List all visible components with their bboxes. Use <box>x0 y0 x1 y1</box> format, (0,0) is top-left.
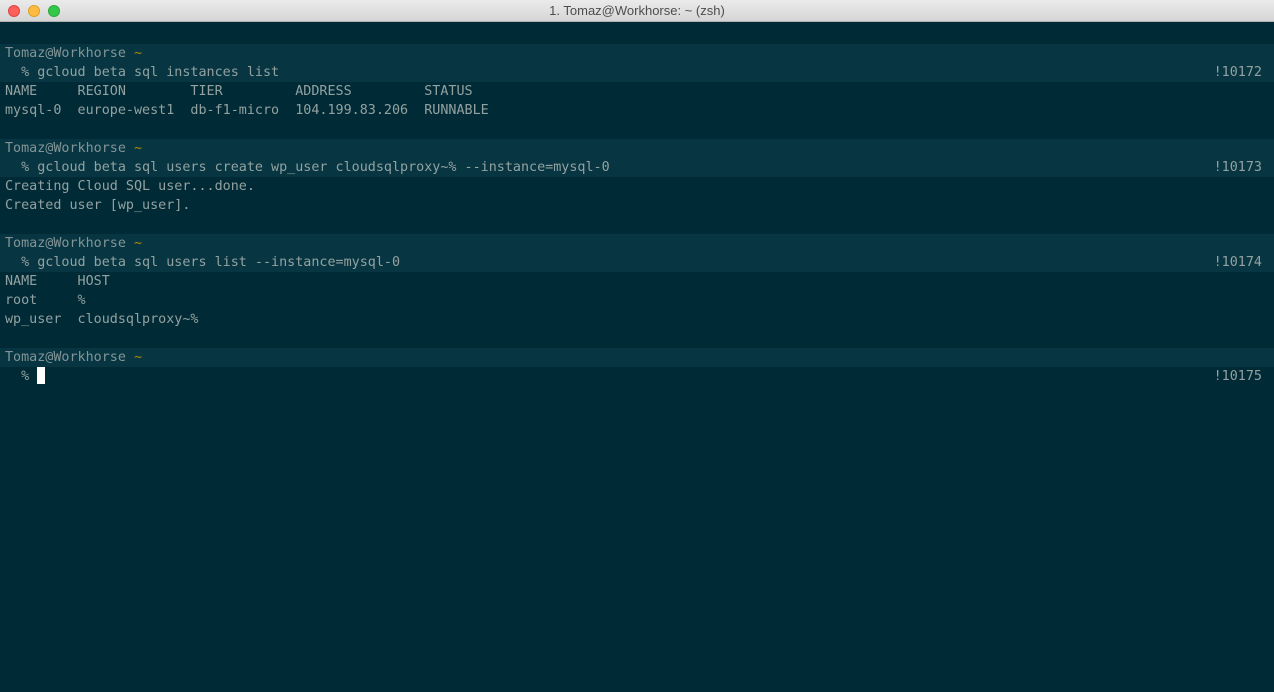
prompt-directory: ~ <box>134 46 143 61</box>
output-line: Created user [wp_user]. <box>5 198 191 213</box>
output-line: Creating Cloud SQL user...done. <box>5 179 255 194</box>
terminal-window: 1. Tomaz@Workhorse: ~ (zsh) Tomaz@Workho… <box>0 0 1274 692</box>
prompt-line: Tomaz@Workhorse ~ <box>0 44 1274 63</box>
command-line: % gcloud beta sql users create wp_user c… <box>0 158 1274 177</box>
output-line: root % <box>5 293 86 308</box>
prompt-user: Tomaz@Workhorse <box>5 46 126 61</box>
history-number: !10172 <box>1213 65 1262 80</box>
prompt-user: Tomaz@Workhorse <box>5 236 126 251</box>
command-text: % gcloud beta sql users create wp_user c… <box>5 160 610 175</box>
prompt-line: Tomaz@Workhorse ~ <box>0 139 1274 158</box>
command-line: % gcloud beta sql instances list !10172 <box>0 63 1274 82</box>
history-number: !10175 <box>1213 369 1262 384</box>
prompt-user: Tomaz@Workhorse <box>5 350 126 365</box>
window-title: 1. Tomaz@Workhorse: ~ (zsh) <box>549 3 725 18</box>
prompt-line: Tomaz@Workhorse ~ <box>0 234 1274 253</box>
prompt-line: Tomaz@Workhorse ~ <box>0 348 1274 367</box>
output-line: NAME REGION TIER ADDRESS STATUS <box>5 84 473 99</box>
command-line: % gcloud beta sql users list --instance=… <box>0 253 1274 272</box>
prompt-user: Tomaz@Workhorse <box>5 141 126 156</box>
command-text: % <box>5 369 38 384</box>
command-line[interactable]: % !10175 <box>0 367 1274 386</box>
prompt-directory: ~ <box>134 236 143 251</box>
command-text: % gcloud beta sql instances list <box>5 65 280 80</box>
output-line: mysql-0 europe-west1 db-f1-micro 104.199… <box>5 103 489 118</box>
output-line: wp_user cloudsqlproxy~% <box>5 312 199 327</box>
title-bar[interactable]: 1. Tomaz@Workhorse: ~ (zsh) <box>0 0 1274 22</box>
output-line: NAME HOST <box>5 274 110 289</box>
history-number: !10174 <box>1213 255 1262 270</box>
terminal-output[interactable]: Tomaz@Workhorse ~ % gcloud beta sql inst… <box>0 44 1274 386</box>
text-cursor <box>37 367 46 384</box>
history-number: !10173 <box>1213 160 1262 175</box>
command-text: % gcloud beta sql users list --instance=… <box>5 255 401 270</box>
prompt-directory: ~ <box>134 141 143 156</box>
prompt-directory: ~ <box>134 350 143 365</box>
